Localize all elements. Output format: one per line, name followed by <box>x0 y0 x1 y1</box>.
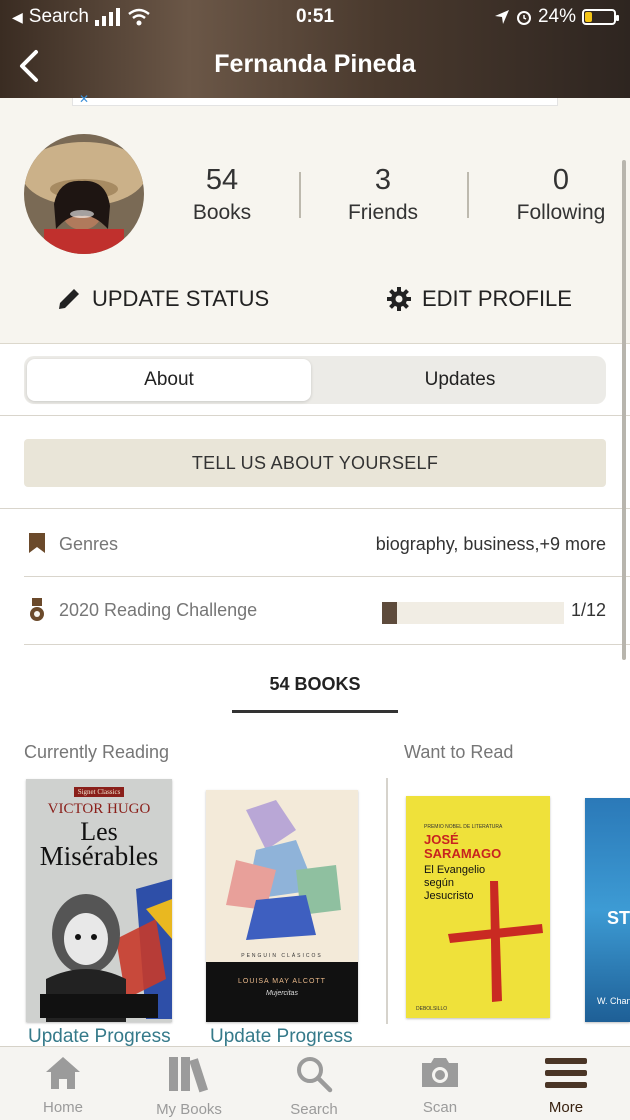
stat-books[interactable]: 54 Books <box>178 164 266 225</box>
tab-scan[interactable]: Scan <box>395 1055 485 1116</box>
tab-search-label: Search <box>290 1101 338 1118</box>
challenge-label: 2020 Reading Challenge <box>59 600 258 620</box>
dresses-illustration <box>226 800 341 940</box>
books-tab-underline <box>232 710 398 713</box>
currently-reading-label: Currently Reading <box>24 742 170 762</box>
tab-my-books[interactable]: My Books <box>144 1055 234 1118</box>
book-cover-el-evangelio[interactable]: PREMIO NOBEL DE LITERATURA JOSÉ SARAMAGO… <box>406 796 550 1018</box>
book-cover-mujercitas[interactable]: PENGUIN CLÁSICOS LOUISA MAY ALCOTT Mujer… <box>206 790 358 1022</box>
genres-value: biography, business,+9 more <box>375 534 606 554</box>
shelf-divider <box>386 778 388 1024</box>
alarm-icon <box>516 11 531 25</box>
stat-following-label: Following <box>516 201 606 224</box>
bookmark-icon <box>29 533 45 553</box>
cover-title-1: El Evangelio <box>424 864 486 876</box>
header: ◀ Search 0:51 24% Fernanda Pineda <box>0 0 630 98</box>
battery-fill <box>585 12 593 22</box>
page-title: Fernanda Pineda <box>214 50 416 78</box>
tell-us-about-yourself-button[interactable]: TELL US ABOUT YOURSELF <box>24 439 606 487</box>
challenge-progress-fill <box>382 602 398 624</box>
stat-friends-value: 3 <box>374 164 392 196</box>
cover-publisher: DEBOLSILLO <box>416 1006 448 1012</box>
nav-bar: Fernanda Pineda <box>0 34 630 98</box>
tab-more-label: More <box>548 1099 584 1116</box>
stat-divider <box>467 172 469 218</box>
genres-row[interactable]: Genres biography, business,+9 more <box>24 524 606 564</box>
book-cover-les-miserables[interactable]: Signet Classics VICTOR HUGO Les Misérabl… <box>26 779 172 1022</box>
avatar[interactable] <box>24 134 144 254</box>
camera-icon <box>422 1058 458 1087</box>
stat-books-label: Books <box>192 201 252 224</box>
tab-my-books-label: My Books <box>156 1101 222 1118</box>
avatar-photo <box>24 134 144 254</box>
edit-profile-label: EDIT PROFILE <box>422 286 572 311</box>
tab-updates[interactable]: Updates <box>316 359 604 401</box>
cover-title: Mujercitas <box>266 990 298 997</box>
update-status-button[interactable]: UPDATE STATUS <box>56 286 269 312</box>
tab-search[interactable]: Search <box>269 1055 359 1118</box>
want-to-read-label: Want to Read <box>404 742 514 762</box>
reading-challenge-row[interactable]: 2020 Reading Challenge 1/12 <box>24 590 606 630</box>
books-count-tab[interactable]: 54 BOOKS <box>232 674 398 695</box>
divider <box>24 644 630 645</box>
scrollbar[interactable] <box>622 160 626 660</box>
cover-author: VICTOR HUGO <box>47 801 151 817</box>
stat-friends[interactable]: 3 Friends <box>336 164 430 225</box>
challenge-progress-text: 1/12 <box>570 600 606 620</box>
tab-scan-label: Scan <box>422 1099 458 1116</box>
segmented-tabs: About Updates <box>24 356 606 404</box>
stat-divider <box>299 172 301 218</box>
menu-icon <box>545 1058 587 1088</box>
edit-profile-button[interactable]: EDIT PROFILE <box>386 286 572 312</box>
cover-author-2: SARAMAGO <box>424 846 502 861</box>
my-books-icon <box>169 1057 209 1093</box>
update-progress-link-1[interactable]: Update Progress <box>28 1026 171 1048</box>
stat-following[interactable]: 0 Following <box>508 164 614 225</box>
medal-icon <box>30 598 44 621</box>
status-bar: ◀ Search 0:51 24% <box>0 0 630 34</box>
pencil-icon <box>59 289 79 309</box>
status-right: 24% <box>494 6 619 28</box>
profile-section: ✕ 54 Books 3 Friends 0 Following UPDATE … <box>0 92 630 344</box>
ad-close-icon[interactable]: ✕ <box>79 92 89 106</box>
location-arrow-icon <box>494 10 509 24</box>
stat-friends-label: Friends <box>347 201 419 224</box>
battery-percent: 24% <box>537 6 576 27</box>
tab-about[interactable]: About <box>27 359 311 401</box>
cover-series: Signet Classics <box>74 787 124 797</box>
cover-title-2: Misérables <box>39 841 159 871</box>
ad-banner[interactable]: ✕ <box>72 92 558 106</box>
stat-books-value: 54 <box>205 164 239 196</box>
gear-icon <box>387 287 411 311</box>
update-progress-link-2[interactable]: Update Progress <box>210 1026 353 1048</box>
battery-icon <box>582 9 619 25</box>
cross-illustration <box>448 881 543 1002</box>
search-icon <box>297 1057 333 1093</box>
tab-home[interactable]: Home <box>18 1055 108 1116</box>
update-status-label: UPDATE STATUS <box>92 286 270 311</box>
bottom-tab-bar: Home My Books Search Scan More <box>0 1046 630 1120</box>
tab-home-label: Home <box>42 1099 83 1116</box>
tab-more[interactable]: More <box>521 1055 611 1116</box>
cosette-illustration <box>40 879 172 1022</box>
cover-author-1: JOSÉ <box>424 832 459 847</box>
divider <box>0 415 630 416</box>
stat-following-value: 0 <box>552 164 570 196</box>
home-icon <box>46 1057 80 1089</box>
genres-label: Genres <box>59 534 119 554</box>
cover-author: W. Chan <box>597 996 630 1006</box>
divider <box>24 576 630 577</box>
cover-band: LOUISA MAY ALCOTT Mujercitas <box>206 962 358 1022</box>
divider <box>0 508 630 509</box>
cover-title: ST <box>607 908 630 928</box>
book-cover-partial[interactable]: ST W. Chan <box>585 798 630 1022</box>
cover-author: LOUISA MAY ALCOTT <box>238 978 326 985</box>
challenge-progress-bar <box>382 602 564 624</box>
cover-publisher: PENGUIN CLÁSICOS <box>241 953 323 959</box>
cover-award: PREMIO NOBEL DE LITERATURA <box>424 824 503 830</box>
